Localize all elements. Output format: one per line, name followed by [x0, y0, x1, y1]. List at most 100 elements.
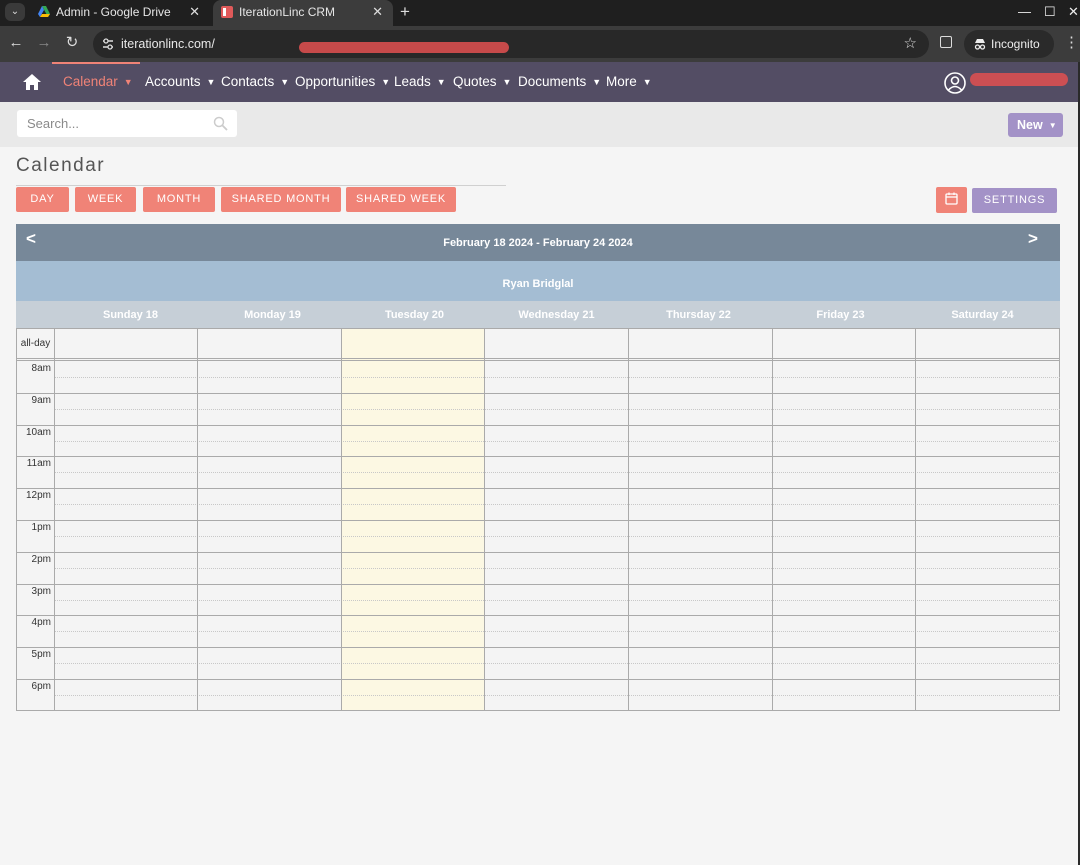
hour-label: 5pm: [31, 649, 51, 661]
view-shared-month-button[interactable]: SHARED MONTH: [221, 187, 341, 212]
tab-title: IterationLinc CRM: [239, 5, 336, 19]
hour-divider: [17, 424, 1060, 426]
hour-label: 8am: [31, 363, 51, 374]
bookmark-star-icon[interactable]: ☆: [904, 30, 917, 58]
hour-label: 11am: [26, 458, 51, 470]
calendar-header: < February 18 2024 - February 24 2024 >: [16, 224, 1060, 261]
new-tab-icon[interactable]: +: [400, 1, 410, 23]
date-picker-button[interactable]: [936, 187, 967, 213]
nav-contacts[interactable]: Contacts ▼: [221, 62, 289, 102]
view-day-button[interactable]: DAY: [16, 187, 69, 212]
address-bar[interactable]: iterationlinc.com/ ☆: [93, 30, 929, 58]
calendar-time-grid[interactable]: all-day 8am 9am 10am 11am 12pm 1pm 2pm 3pm 4pm 5p…: [16, 329, 1060, 711]
hour-label: 6pm: [31, 681, 51, 692]
redacted-username[interactable]: [970, 73, 1068, 86]
hour-divider: [17, 615, 1060, 617]
day-column-divider: [772, 329, 773, 710]
forward-icon[interactable]: →: [34, 33, 54, 53]
close-window-icon[interactable]: ✕: [1068, 2, 1079, 22]
hour-label: 12pm: [25, 490, 51, 502]
day-header: Saturday 24: [951, 309, 1014, 321]
nav-calendar[interactable]: Calendar ▼: [63, 62, 133, 102]
close-tab-icon[interactable]: ✕: [372, 0, 383, 24]
hour-label: 4pm: [31, 617, 51, 629]
new-button[interactable]: New ▼: [1008, 113, 1063, 137]
view-month-button[interactable]: MONTH: [143, 187, 215, 212]
day-column-divider: [915, 329, 916, 710]
nav-opportunities[interactable]: Opportunities ▼: [295, 62, 390, 102]
nav-leads[interactable]: Leads ▼: [394, 62, 446, 102]
tab-search-button[interactable]: ⌄: [5, 3, 25, 21]
half-hour-divider: [54, 663, 1060, 665]
day-header: Monday 19: [244, 309, 301, 321]
browser-menu-icon[interactable]: ⋮: [1064, 32, 1079, 54]
google-drive-icon: [38, 6, 50, 17]
hour-divider: [17, 456, 1060, 458]
nav-accounts[interactable]: Accounts ▼: [145, 62, 215, 102]
calendar-user-name: Ryan Bridglal: [16, 261, 1060, 301]
half-hour-divider: [54, 631, 1060, 633]
search-input[interactable]: Search...: [17, 110, 237, 137]
page-title: Calendar: [16, 155, 106, 176]
hour-divider: [17, 679, 1060, 680]
caret-down-icon: ▼: [502, 77, 512, 87]
browser-tab-crm[interactable]: IterationLinc CRM ✕: [213, 0, 393, 26]
nav-documents[interactable]: Documents ▼: [518, 62, 601, 102]
hour-label: 3pm: [31, 585, 51, 597]
hour-label: 9am: [31, 394, 51, 406]
minimize-icon[interactable]: —: [1018, 2, 1031, 22]
back-icon[interactable]: ←: [6, 33, 26, 53]
nav-label: Opportunities: [295, 74, 376, 89]
view-week-button[interactable]: WEEK: [75, 187, 136, 212]
title-divider: [16, 185, 506, 186]
half-hour-divider: [54, 408, 1060, 410]
home-icon[interactable]: [22, 72, 42, 92]
search-icon[interactable]: [213, 116, 228, 131]
site-info-icon[interactable]: [101, 37, 115, 51]
caret-down-icon: ▼: [592, 77, 602, 87]
view-shared-week-button[interactable]: SHARED WEEK: [346, 187, 456, 212]
next-week-icon[interactable]: >: [1028, 229, 1038, 249]
incognito-icon: [974, 39, 986, 50]
main-navigation: Calendar ▼ Accounts ▼ Contacts ▼ Opportunit…: [0, 62, 1078, 102]
tab-title: Admin - Google Drive: [56, 5, 171, 19]
half-hour-divider: [54, 376, 1060, 378]
reload-icon[interactable]: ↻: [62, 33, 82, 53]
caret-down-icon: ▼: [280, 77, 290, 87]
day-column-divider: [341, 329, 342, 710]
settings-button[interactable]: SETTINGS: [972, 188, 1057, 213]
caret-down-icon: ▼: [436, 77, 446, 87]
nav-more[interactable]: More ▼: [606, 62, 652, 102]
close-tab-icon[interactable]: ✕: [189, 0, 200, 24]
maximize-icon[interactable]: ☐: [1044, 2, 1056, 22]
search-placeholder: Search...: [27, 116, 80, 131]
nav-quotes[interactable]: Quotes ▼: [453, 62, 511, 102]
day-header: Wednesday 21: [518, 309, 595, 321]
day-header: Tuesday 20: [384, 309, 445, 321]
incognito-indicator[interactable]: Incognito: [964, 30, 1054, 58]
day-header: Sunday 18: [102, 309, 159, 321]
user-avatar-icon[interactable]: [944, 72, 966, 94]
active-nav-indicator: [52, 62, 140, 64]
day-column-divider: [54, 329, 55, 710]
date-range: February 18 2024 - February 24 2024: [443, 237, 633, 249]
crm-favicon: [221, 6, 233, 18]
browser-tab-bar: ⌄ Admin - Google Drive ✕ IterationLinc C…: [0, 0, 1080, 26]
caret-down-icon: ▼: [642, 77, 652, 87]
new-button-label: New: [1017, 118, 1043, 132]
incognito-label: Incognito: [991, 37, 1040, 51]
browser-tab-drive[interactable]: Admin - Google Drive ✕: [30, 0, 210, 26]
hour-label: 1pm: [31, 522, 51, 533]
day-column-divider: [628, 329, 629, 710]
nav-label: Accounts: [145, 74, 201, 89]
nav-label: Documents: [518, 74, 587, 89]
day-column-divider: [484, 329, 485, 710]
side-panel-icon[interactable]: [940, 36, 952, 48]
redacted-url-path: [299, 42, 509, 53]
hour-divider: [17, 551, 1060, 553]
hour-divider: [17, 488, 1060, 490]
caret-down-icon: ▼: [381, 77, 391, 87]
half-hour-divider: [54, 535, 1060, 537]
caret-down-icon: ▼: [1048, 121, 1057, 130]
hour-divider: [17, 647, 1060, 649]
